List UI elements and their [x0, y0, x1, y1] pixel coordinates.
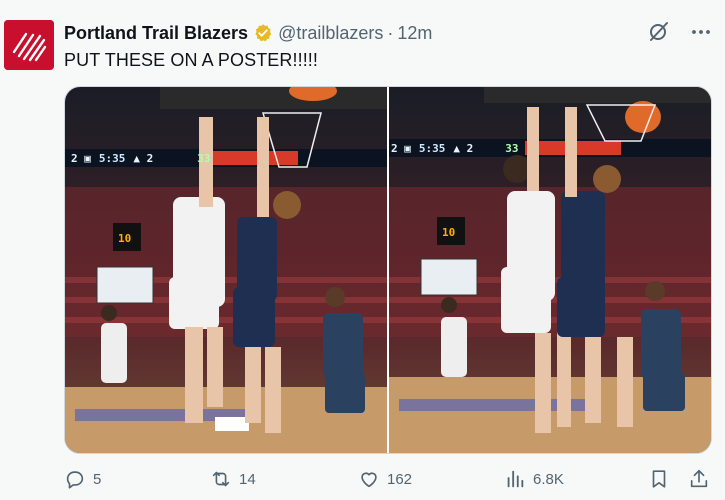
share-icon: [690, 469, 708, 488]
top-actions: [647, 20, 713, 44]
photo-1[interactable]: 2 ▣ 5:35 ▲ 2 33 10: [65, 87, 387, 453]
bookmark-button[interactable]: [648, 468, 670, 490]
like-button[interactable]: 162: [358, 468, 412, 490]
reply-count: 5: [93, 470, 102, 488]
tweet-text: PUT THESE ON A POSTER!!!!!: [64, 50, 319, 70]
views-button[interactable]: 6.8K: [504, 468, 564, 490]
view-count: 6.8K: [533, 470, 564, 488]
more-icon[interactable]: [689, 20, 713, 44]
shot-count: 33: [197, 151, 211, 165]
shot-count: 33: [505, 141, 519, 155]
author-handle[interactable]: @trailblazers: [278, 23, 383, 44]
tweet-header: Portland Trail Blazers @trailblazers · 1…: [64, 20, 432, 46]
score-left: 2 ▣: [391, 141, 411, 155]
repost-button[interactable]: 14: [210, 468, 256, 490]
action-bar: 5 14 162 6.8K: [64, 468, 710, 494]
photo-1-image: [65, 87, 387, 453]
author-name[interactable]: Portland Trail Blazers: [64, 23, 248, 44]
score-left: 2 ▣: [71, 151, 91, 165]
verified-badge-icon[interactable]: [253, 23, 273, 43]
grok-icon[interactable]: [647, 20, 671, 44]
post-time[interactable]: 12m: [397, 23, 432, 44]
views-chart-icon: [507, 470, 524, 488]
repost-icon: [212, 471, 230, 487]
score-period: ▲ 2: [453, 141, 474, 155]
shot-clock: 10: [118, 232, 132, 245]
photo-2[interactable]: 2 ▣ 5:35 ▲ 2 33 10: [389, 87, 711, 453]
share-button[interactable]: [688, 468, 710, 490]
heart-icon: [361, 472, 377, 488]
game-clock: 5:35: [418, 141, 446, 155]
like-count: 162: [387, 470, 413, 488]
avatar[interactable]: [4, 20, 54, 70]
scoreboard: 2 ▣ 5:35 ▲ 2 33: [71, 149, 211, 167]
repost-count: 14: [239, 470, 256, 488]
separator-dot: ·: [387, 22, 394, 43]
media-grid: 2 ▣ 5:35 ▲ 2 33 10 2 ▣ 5:35 ▲ 2 33 10: [64, 86, 712, 454]
reply-icon: [66, 471, 84, 489]
shot-clock: 10: [442, 226, 456, 239]
bookmark-icon: [652, 470, 666, 488]
scoreboard: 2 ▣ 5:35 ▲ 2 33: [391, 139, 519, 157]
trail-blazers-logo-icon: [4, 20, 54, 70]
reply-button[interactable]: 5: [64, 468, 101, 490]
game-clock: 5:35: [98, 151, 126, 165]
score-period: ▲ 2: [133, 151, 154, 165]
